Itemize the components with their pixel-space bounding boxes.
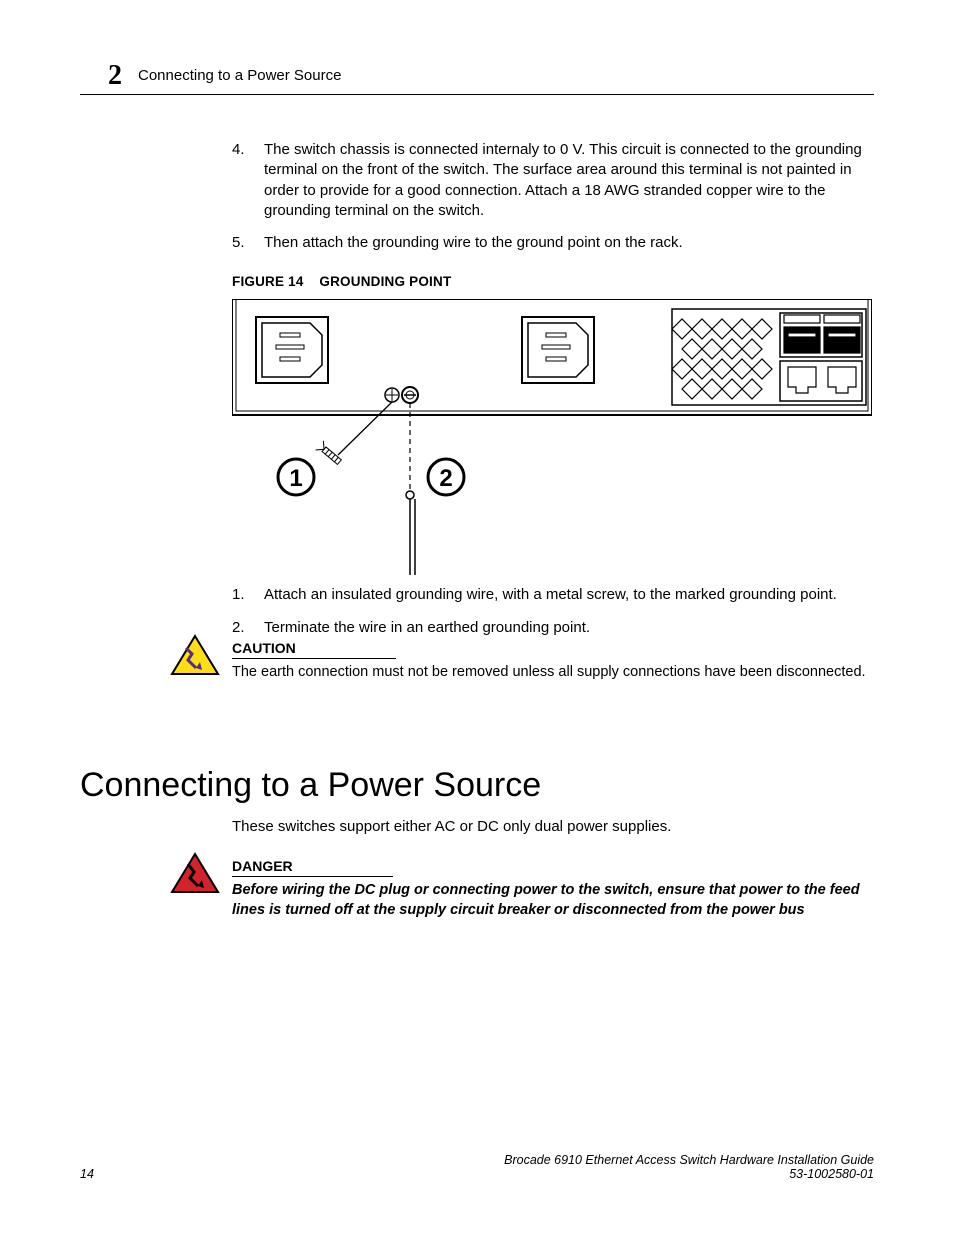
steps-list-b: 1. Attach an insulated grounding wire, w… [232,585,872,638]
step-text: Then attach the grounding wire to the gr… [264,233,683,253]
figure-grounding-point: 1 2 [232,299,872,579]
page-number: 14 [80,1167,94,1181]
footer-doc-number: 53-1002580-01 [789,1167,874,1181]
svg-text:2: 2 [439,465,452,492]
svg-text:1: 1 [289,465,302,492]
danger-text: Before wiring the DC plug or connecting … [232,881,870,920]
figure-title: GROUNDING POINT [319,274,451,289]
danger-title: DANGER [232,858,393,877]
step-text: Attach an insulated grounding wire, with… [264,585,837,605]
figure-label: FIGURE 14 [232,274,304,289]
header-rule [80,94,874,95]
caution-block: CAUTION The earth connection must not be… [170,640,870,683]
danger-block: DANGER Before wiring the DC plug or conn… [170,858,870,920]
steps-list-a: 4. The switch chassis is connected inter… [232,140,872,253]
section-heading: Connecting to a Power Source [80,766,541,805]
step-number: 2. [232,618,254,638]
caution-text: The earth connection must not be removed… [232,663,870,683]
page-header: 2 Connecting to a Power Source [108,60,341,92]
step-number: 5. [232,233,254,253]
step-number: 4. [232,140,254,221]
page-footer: 14 Brocade 6910 Ethernet Access Switch H… [80,1153,874,1181]
chapter-number: 2 [108,60,122,92]
footer-doc-title: Brocade 6910 Ethernet Access Switch Hard… [504,1153,874,1167]
step-text: The switch chassis is connected internal… [264,140,872,221]
step-text: Terminate the wire in an earthed groundi… [264,618,590,638]
caution-title: CAUTION [232,640,396,659]
danger-icon [170,852,220,896]
caution-icon [170,634,220,678]
step-number: 1. [232,585,254,605]
body-content: 4. The switch chassis is connected inter… [232,140,872,650]
figure-caption: FIGURE 14 GROUNDING POINT [232,273,872,291]
chapter-title: Connecting to a Power Source [138,67,341,84]
section-intro: These switches support either AC or DC o… [232,818,872,835]
